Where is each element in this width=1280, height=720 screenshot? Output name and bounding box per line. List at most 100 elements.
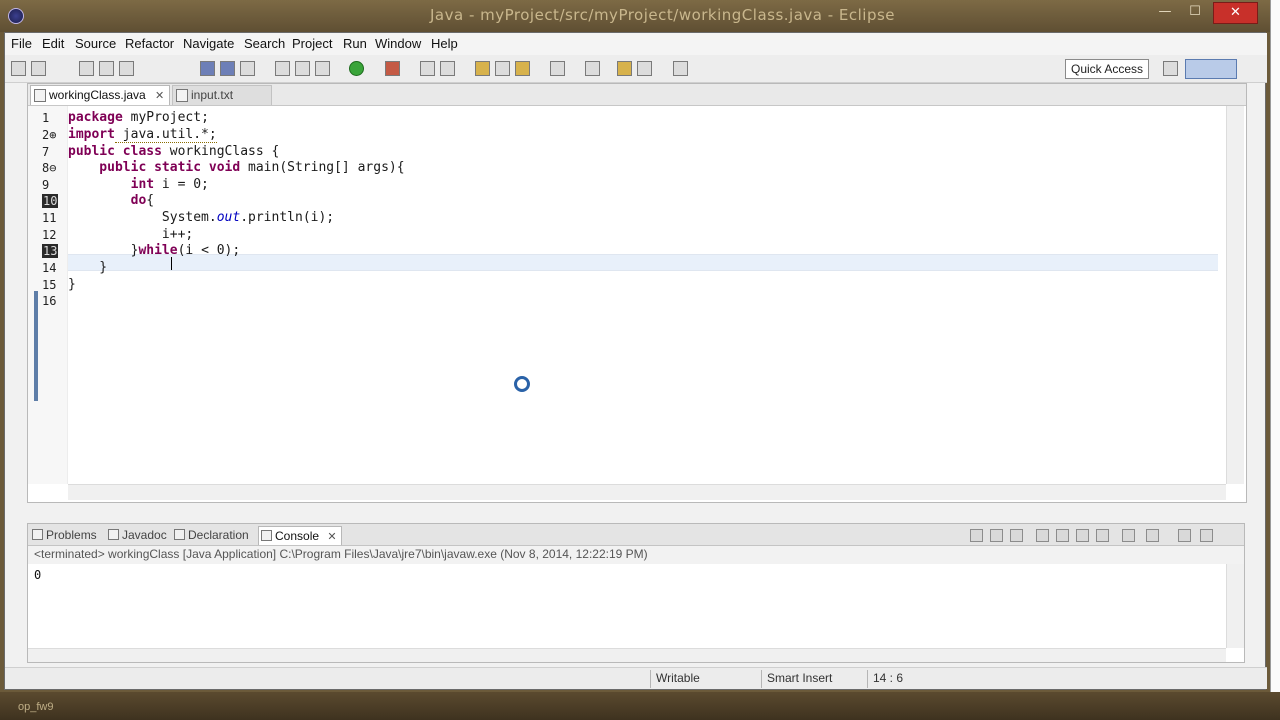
line-number: 14	[42, 261, 57, 275]
background-window-edge	[1270, 0, 1280, 720]
change-marker-bar	[34, 291, 38, 401]
close-button[interactable]: ✕	[1213, 2, 1258, 24]
minimize-view-icon[interactable]	[1178, 529, 1191, 542]
code-text: {	[146, 193, 155, 208]
keyword: import	[68, 127, 115, 142]
java-perspective-button[interactable]	[1185, 59, 1237, 79]
open-perspective-icon[interactable]	[1163, 61, 1178, 76]
debug-icon[interactable]	[385, 61, 400, 76]
annotation-next-icon[interactable]	[550, 61, 565, 76]
close-tab-icon[interactable]: ✕	[327, 531, 336, 543]
code-text: System.	[68, 210, 217, 225]
line-number: 12	[42, 228, 57, 242]
display-console-icon[interactable]	[1122, 529, 1135, 542]
keyword: while	[138, 243, 178, 258]
save-icon[interactable]	[31, 61, 46, 76]
menu-source[interactable]: Source	[75, 36, 116, 51]
window-title: Java - myProject/src/myProject/workingCl…	[430, 6, 896, 24]
menu-file[interactable]: File	[11, 36, 32, 51]
forward-icon[interactable]	[673, 61, 688, 76]
word-wrap-icon[interactable]	[1096, 529, 1109, 542]
menu-window[interactable]: Window	[375, 36, 421, 51]
editor-tab-bar: workingClass.java ✕ input.txt	[28, 84, 1246, 106]
line-number: 11	[42, 211, 57, 225]
skip-breakpoints-icon[interactable]	[200, 61, 215, 76]
debug-perspective-icon[interactable]	[220, 61, 235, 76]
external-tools-icon[interactable]	[315, 61, 330, 76]
console-vertical-scrollbar[interactable]	[1226, 564, 1244, 648]
taskbar: op_fw9	[0, 692, 1280, 720]
menu-help[interactable]: Help	[431, 36, 458, 51]
properties-icon[interactable]	[119, 61, 134, 76]
menu-project[interactable]: Project	[292, 36, 332, 51]
save-all-icon[interactable]	[79, 61, 94, 76]
new-package-icon[interactable]	[440, 61, 455, 76]
new-class-icon[interactable]	[475, 61, 490, 76]
code-line: public static void main(String[] args){	[68, 160, 405, 176]
text-file-icon	[176, 89, 188, 102]
code-text: java.util.*;	[114, 127, 217, 143]
status-bar: Writable Smart Insert 14 : 6	[5, 667, 1267, 689]
main-toolbar: Quick Access	[5, 55, 1267, 83]
tab-label: Declaration	[188, 528, 249, 542]
menu-search[interactable]: Search	[244, 36, 285, 51]
maximize-view-icon[interactable]	[1200, 529, 1213, 542]
print-icon[interactable]	[99, 61, 114, 76]
clear-console-icon[interactable]	[1036, 529, 1049, 542]
menu-run[interactable]: Run	[343, 36, 367, 51]
code-line: do{	[68, 193, 155, 209]
current-line-highlight	[68, 254, 1218, 271]
tab-label: Javadoc	[122, 528, 167, 542]
open-console-icon[interactable]	[1146, 529, 1159, 542]
tab-label: input.txt	[191, 88, 234, 102]
tab-declaration[interactable]: Declaration	[172, 526, 256, 545]
status-insert-mode: Smart Insert	[761, 670, 865, 688]
new-java-project-icon[interactable]	[420, 61, 435, 76]
search-icon[interactable]	[515, 61, 530, 76]
quick-access-field[interactable]: Quick Access	[1065, 59, 1149, 79]
line-number: 9	[42, 178, 50, 192]
show-whitespace-icon[interactable]	[295, 61, 310, 76]
menu-edit[interactable]: Edit	[42, 36, 64, 51]
line-number-gutter: 1 2⊕ 7 8⊖ 9 10 11 12 13 14 15 16	[28, 106, 68, 484]
menu-navigate[interactable]: Navigate	[183, 36, 234, 51]
menu-refactor[interactable]: Refactor	[125, 36, 174, 51]
code-text: i = 0;	[154, 177, 209, 192]
editor-vertical-scrollbar[interactable]	[1226, 106, 1244, 484]
code-editor[interactable]: package myProject; import java.util.*; p…	[68, 106, 1218, 484]
tab-javadoc[interactable]: Javadoc	[106, 526, 170, 545]
block-selection-icon[interactable]	[275, 61, 290, 76]
code-text: main(String[] args){	[240, 160, 405, 175]
tab-workingclass-java[interactable]: workingClass.java ✕	[30, 85, 170, 105]
tab-console[interactable]: Console ✕	[258, 526, 342, 545]
code-text: (i < 0);	[177, 243, 241, 258]
code-line: int i = 0;	[68, 177, 209, 193]
tab-input-txt[interactable]: input.txt	[172, 85, 272, 105]
pin-console-icon[interactable]	[1076, 529, 1089, 542]
open-type-icon[interactable]	[495, 61, 510, 76]
minimize-button[interactable]: —	[1152, 2, 1178, 24]
new-icon[interactable]	[11, 61, 26, 76]
console-horizontal-scrollbar[interactable]	[28, 648, 1226, 662]
text-cursor	[171, 257, 172, 270]
toggle-mark-icon[interactable]	[240, 61, 255, 76]
code-line: System.out.println(i);	[68, 210, 334, 226]
bottom-tab-bar: Problems Javadoc Declaration Console ✕	[28, 524, 1244, 546]
last-edit-icon[interactable]	[617, 61, 632, 76]
line-number: 2⊕	[42, 128, 57, 142]
terminate-icon[interactable]	[970, 529, 983, 542]
taskbar-item[interactable]: op_fw9	[18, 701, 53, 713]
remove-all-icon[interactable]	[1010, 529, 1023, 542]
close-tab-icon[interactable]: ✕	[155, 90, 164, 102]
annotation-prev-icon[interactable]	[585, 61, 600, 76]
console-icon	[261, 530, 272, 541]
code-line: i++;	[68, 227, 194, 242]
tab-problems[interactable]: Problems	[30, 526, 102, 545]
editor-horizontal-scrollbar[interactable]	[68, 484, 1226, 500]
remove-launch-icon[interactable]	[990, 529, 1003, 542]
back-icon[interactable]	[637, 61, 652, 76]
run-icon[interactable]	[349, 61, 364, 76]
status-writable: Writable	[650, 670, 758, 688]
scroll-lock-icon[interactable]	[1056, 529, 1069, 542]
maximize-button[interactable]: ☐	[1182, 2, 1208, 24]
